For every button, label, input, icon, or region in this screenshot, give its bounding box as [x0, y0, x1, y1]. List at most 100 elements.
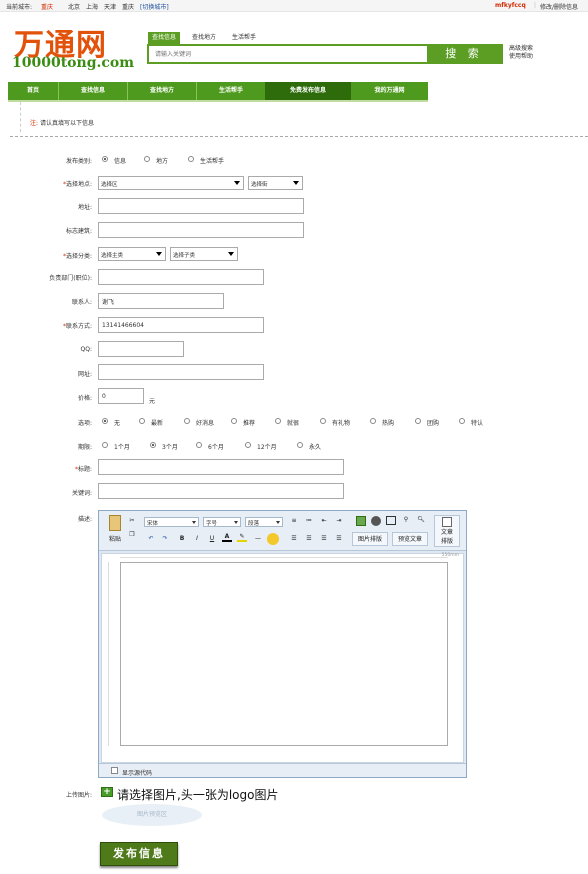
bold-icon[interactable]: B: [177, 535, 187, 542]
search-button[interactable]: 搜 索: [427, 46, 501, 62]
period-radio[interactable]: [150, 442, 156, 448]
search-replace-icon[interactable]: 🔍︎: [416, 516, 426, 523]
nav-find-place[interactable]: 查找地方: [128, 82, 196, 100]
options-radio[interactable]: [102, 418, 108, 424]
nav-my-account[interactable]: 我的万通网: [351, 82, 428, 100]
switch-city-link[interactable]: [切换城市]: [140, 2, 169, 11]
options-radio[interactable]: [370, 418, 376, 424]
title-field[interactable]: [98, 459, 344, 475]
paragraph-select[interactable]: 段落: [245, 517, 283, 527]
period-radio[interactable]: [245, 442, 251, 448]
contact-name-field[interactable]: [98, 293, 224, 309]
undo-icon[interactable]: ↶: [146, 535, 156, 542]
media-icon[interactable]: [371, 516, 381, 526]
district-select[interactable]: 选择区: [98, 176, 244, 190]
horizontal-rule-icon[interactable]: —: [253, 535, 263, 542]
nav-find-info[interactable]: 查找信息: [59, 82, 127, 100]
period-option-label: 1个月: [114, 444, 130, 451]
align-right-icon[interactable]: ☰: [319, 535, 329, 542]
paste-button[interactable]: 粘贴: [105, 515, 125, 547]
keywords-field[interactable]: [98, 483, 344, 499]
website-field[interactable]: [98, 364, 264, 380]
emoticon-icon[interactable]: [267, 533, 279, 545]
font-select-value: 宋体: [147, 521, 159, 527]
street-select[interactable]: 选择街: [248, 176, 303, 190]
font-select[interactable]: 宋体: [144, 517, 199, 527]
options-radio[interactable]: [320, 418, 326, 424]
advanced-search-link[interactable]: 高级搜索: [509, 45, 533, 53]
link-icon[interactable]: ⚲: [401, 516, 411, 523]
tab-find-info[interactable]: 查找信息: [148, 32, 181, 44]
table-icon[interactable]: [386, 516, 396, 525]
editor-page[interactable]: [120, 562, 448, 746]
category-radio-place[interactable]: [144, 156, 150, 162]
help-link[interactable]: 使用帮助: [509, 53, 533, 61]
options-radio[interactable]: [139, 418, 145, 424]
address-field[interactable]: [98, 198, 304, 214]
options-radio[interactable]: [184, 418, 190, 424]
nav-life-helper[interactable]: 生活帮手: [197, 82, 265, 100]
options-radio[interactable]: [415, 418, 421, 424]
article-layout-label-2: 排版: [440, 538, 453, 545]
add-image-icon[interactable]: +: [101, 787, 113, 797]
nav-free-post[interactable]: 免费发布信息: [265, 82, 351, 100]
city-link-beijing[interactable]: 北京: [68, 2, 80, 11]
contact-label: 联系人:: [71, 299, 92, 306]
nav-home[interactable]: 首页: [8, 82, 58, 100]
city-link-chongqing[interactable]: 重庆: [122, 2, 134, 11]
font-color-icon[interactable]: A: [222, 533, 232, 542]
ordered-list-icon[interactable]: ≡: [289, 517, 299, 524]
period-radio[interactable]: [102, 442, 108, 448]
options-radio[interactable]: [275, 418, 281, 424]
username-link[interactable]: mfkyfccq: [495, 2, 526, 9]
city-link-tianjin[interactable]: 天津: [104, 2, 116, 11]
underline-icon[interactable]: U: [207, 535, 217, 542]
editor-canvas[interactable]: 550mm: [101, 553, 464, 763]
period-radio[interactable]: [297, 442, 303, 448]
redo-icon[interactable]: ↷: [160, 535, 170, 542]
outdent-icon[interactable]: ⇤: [319, 517, 329, 524]
options-radio[interactable]: [231, 418, 237, 424]
category-radio-helper[interactable]: [188, 156, 194, 162]
unordered-list-icon[interactable]: ≔: [304, 517, 314, 524]
indent-icon[interactable]: ⇥: [334, 517, 344, 524]
image-icon[interactable]: [356, 516, 366, 526]
account-link[interactable]: 修改/删除信息: [540, 2, 578, 11]
landmark-field[interactable]: [98, 222, 304, 238]
tab-life-helper[interactable]: 生活帮手: [228, 32, 260, 44]
tab-find-place[interactable]: 查找地方: [188, 32, 220, 44]
cut-icon[interactable]: ✂: [128, 517, 136, 524]
qq-field[interactable]: [98, 341, 184, 357]
phone-field[interactable]: [98, 317, 264, 333]
chevron-down-icon: [228, 252, 234, 256]
sub-category-select[interactable]: 选择子类: [170, 247, 238, 261]
period-option-label: 3个月: [162, 444, 178, 451]
align-center-icon[interactable]: ☰: [304, 535, 314, 542]
period-radio[interactable]: [196, 442, 202, 448]
options-radio[interactable]: [459, 418, 465, 424]
preview-article-button[interactable]: 预览文章: [392, 532, 428, 546]
category-radio-info[interactable]: [102, 156, 108, 162]
submit-button[interactable]: 发布信息: [100, 842, 178, 866]
city-link-shanghai[interactable]: 上海: [86, 2, 98, 11]
job-title-field[interactable]: [98, 269, 264, 285]
search-input[interactable]: [151, 48, 425, 60]
italic-icon[interactable]: I: [192, 535, 202, 542]
divider: [20, 102, 21, 132]
highlight-icon[interactable]: ✎: [237, 533, 247, 542]
article-layout-button[interactable]: 文章 排版: [434, 515, 460, 547]
price-field[interactable]: [98, 388, 144, 404]
classify-label: *选择分类:: [62, 253, 92, 260]
main-category-select[interactable]: 选择主类: [98, 247, 166, 261]
align-left-icon[interactable]: ☰: [289, 535, 299, 542]
show-source-checkbox[interactable]: [111, 767, 118, 774]
options-label: 选项:: [77, 420, 92, 427]
copy-icon[interactable]: ❐: [128, 531, 136, 538]
upload-label: 上传图片:: [65, 792, 92, 799]
image-layout-button[interactable]: 图片排版: [352, 532, 388, 546]
logo-text-en[interactable]: 10000tong.com: [12, 55, 134, 71]
font-size-select[interactable]: 字号: [203, 517, 241, 527]
options-option-label: 有礼物: [332, 420, 351, 427]
align-justify-icon[interactable]: ☰: [334, 535, 344, 542]
upload-picker[interactable]: 请选择图片,头一张为logo图片: [117, 786, 278, 803]
